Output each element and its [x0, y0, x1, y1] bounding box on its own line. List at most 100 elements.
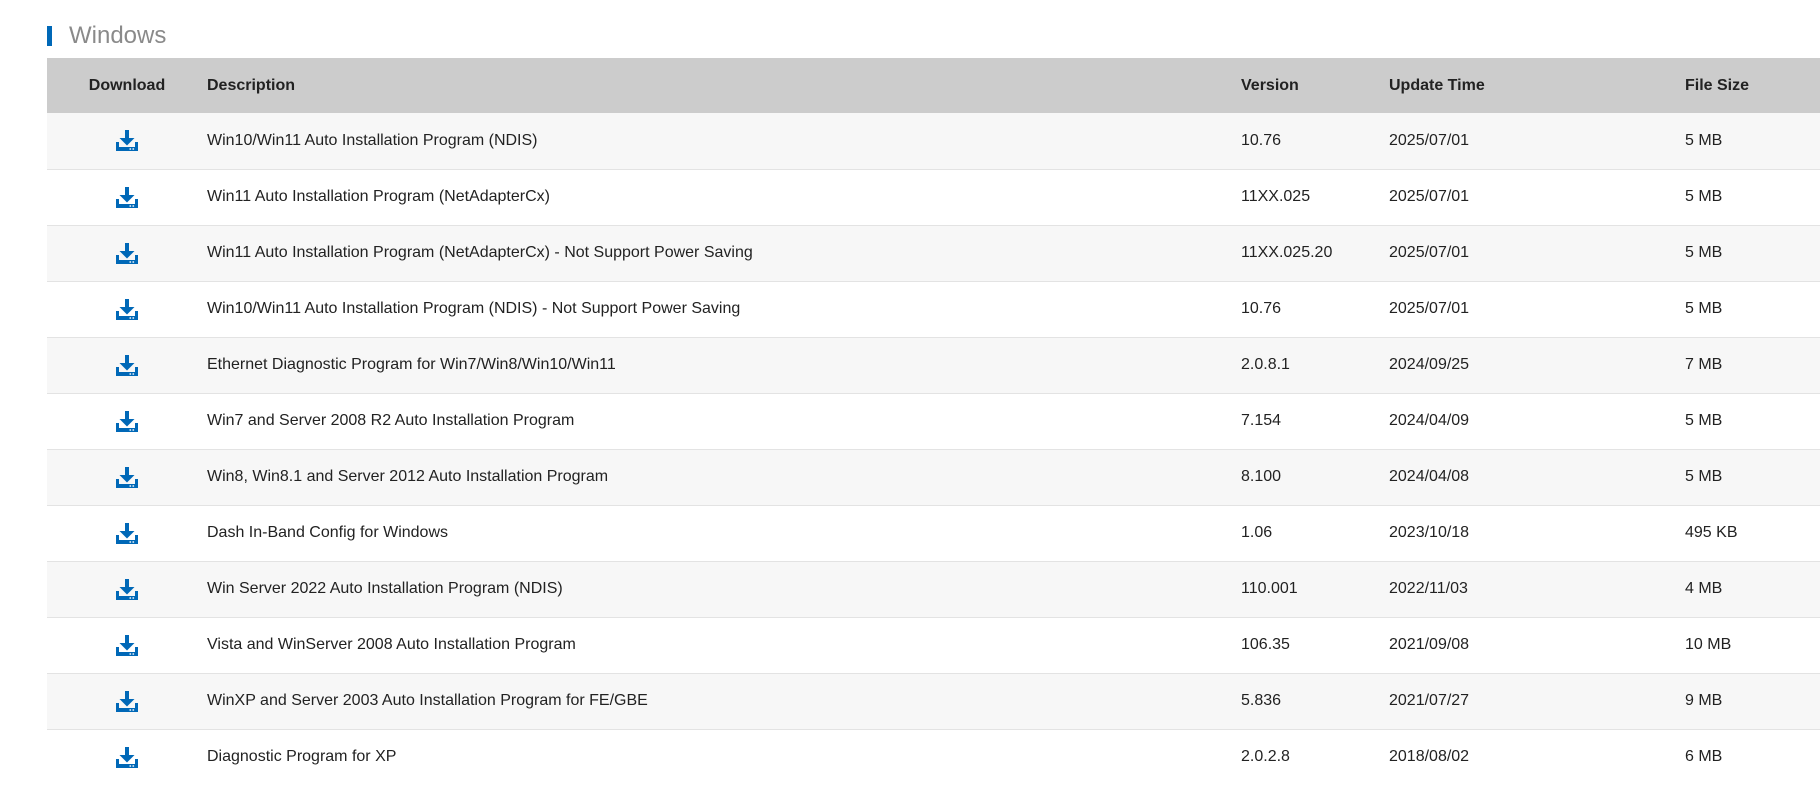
description-cell: Diagnostic Program for XP — [207, 748, 397, 766]
table-row: WinXP and Server 2003 Auto Installation … — [47, 673, 1820, 729]
table-row: Win Server 2022 Auto Installation Progra… — [47, 561, 1820, 617]
header-version: Version — [1241, 76, 1299, 94]
download-button[interactable] — [111, 629, 143, 661]
header-download: Download — [88, 76, 166, 94]
header-description: Description — [207, 76, 296, 94]
description-cell: Win10/Win11 Auto Installation Program (N… — [207, 300, 741, 317]
table-header-row: Download Description Version Update Time… — [47, 58, 1820, 113]
file-size-cell: 4 MB — [1685, 580, 1723, 597]
table-row: Win10/Win11 Auto Installation Program (N… — [47, 281, 1820, 337]
download-button[interactable] — [111, 124, 143, 156]
table-row: Dash In-Band Config for Windows 1.06 202… — [47, 505, 1820, 561]
download-cell — [47, 393, 207, 449]
download-button[interactable] — [111, 461, 143, 493]
version-cell: 110.001 — [1241, 580, 1298, 597]
download-tray-icon — [116, 634, 138, 656]
update-time-cell: 2023/10/18 — [1389, 524, 1470, 541]
download-button[interactable] — [111, 349, 143, 381]
table-row: Win10/Win11 Auto Installation Program (N… — [47, 113, 1820, 169]
table-body: Win10/Win11 Auto Installation Program (N… — [47, 113, 1820, 785]
description-cell: Win10/Win11 Auto Installation Program (N… — [207, 131, 538, 149]
file-size-cell: 5 MB — [1685, 131, 1723, 149]
download-button[interactable] — [111, 405, 143, 437]
file-size-cell: 495 KB — [1685, 524, 1738, 541]
version-cell: 11XX.025 — [1241, 188, 1311, 205]
update-time-cell: 2024/09/25 — [1389, 356, 1470, 373]
update-time-cell: 2025/07/01 — [1389, 188, 1470, 205]
description-cell: Win8, Win8.1 and Server 2012 Auto Instal… — [207, 468, 609, 485]
download-tray-icon — [116, 690, 138, 712]
download-cell — [47, 729, 207, 785]
file-size-cell: 6 MB — [1685, 748, 1723, 766]
download-cell — [47, 337, 207, 393]
download-tray-icon — [116, 410, 138, 432]
version-cell: 2.0.8.1 — [1241, 356, 1290, 373]
update-time-cell: 2025/07/01 — [1389, 300, 1470, 317]
update-time-cell: 2024/04/08 — [1389, 468, 1470, 485]
version-cell: 1.06 — [1241, 524, 1273, 541]
section-title: Windows — [69, 22, 167, 49]
file-size-cell: 5 MB — [1685, 412, 1723, 429]
description-cell: Vista and WinServer 2008 Auto Installati… — [207, 636, 576, 653]
download-tray-icon — [116, 522, 138, 544]
update-time-cell: 2018/08/02 — [1389, 748, 1470, 766]
download-cell — [47, 169, 207, 225]
version-cell: 11XX.025.20 — [1241, 244, 1333, 261]
download-tray-icon — [116, 746, 138, 768]
description-cell: Win11 Auto Installation Program (NetAdap… — [207, 244, 753, 261]
download-cell — [47, 449, 207, 505]
download-button[interactable] — [111, 741, 143, 773]
download-button[interactable] — [111, 517, 143, 549]
download-button[interactable] — [111, 237, 143, 269]
download-cell — [47, 281, 207, 337]
download-cell — [47, 561, 207, 617]
download-tray-icon — [116, 186, 138, 208]
version-cell: 10.76 — [1241, 300, 1282, 317]
update-time-cell: 2022/11/03 — [1389, 580, 1468, 597]
download-tray-icon — [116, 466, 138, 488]
table-row: Win11 Auto Installation Program (NetAdap… — [47, 169, 1820, 225]
file-size-cell: 9 MB — [1685, 692, 1723, 709]
description-cell: Win Server 2022 Auto Installation Progra… — [207, 580, 563, 597]
version-cell: 2.0.2.8 — [1241, 748, 1290, 766]
update-time-cell: 2025/07/01 — [1389, 244, 1470, 261]
update-time-cell: 2025/07/01 — [1389, 131, 1470, 149]
header-update-time: Update Time — [1389, 76, 1485, 94]
table-row: Diagnostic Program for XP 2.0.2.8 2018/0… — [47, 729, 1820, 785]
download-tray-icon — [116, 130, 138, 152]
version-cell: 10.76 — [1241, 131, 1282, 149]
download-button[interactable] — [111, 685, 143, 717]
download-button[interactable] — [111, 573, 143, 605]
file-size-cell: 5 MB — [1685, 300, 1723, 317]
download-button[interactable] — [111, 181, 143, 213]
version-cell: 8.100 — [1241, 468, 1282, 485]
download-tray-icon — [116, 242, 138, 264]
download-cell — [47, 113, 207, 169]
version-cell: 106.35 — [1241, 636, 1290, 653]
file-size-cell: 5 MB — [1685, 188, 1723, 205]
download-tray-icon — [116, 578, 138, 600]
download-cell — [47, 505, 207, 561]
section-accent-bar — [47, 26, 52, 46]
description-cell: Ethernet Diagnostic Program for Win7/Win… — [207, 356, 616, 373]
download-button[interactable] — [111, 293, 143, 325]
description-cell: WinXP and Server 2003 Auto Installation … — [207, 692, 648, 709]
downloads-table-container: Download Description Version Update Time… — [47, 58, 1820, 785]
download-cell — [47, 617, 207, 673]
table-row: Ethernet Diagnostic Program for Win7/Win… — [47, 337, 1820, 393]
update-time-cell: 2024/04/09 — [1389, 412, 1470, 429]
download-tray-icon — [116, 354, 138, 376]
table-row: Vista and WinServer 2008 Auto Installati… — [47, 617, 1820, 673]
file-size-cell: 5 MB — [1685, 468, 1723, 485]
file-size-cell: 5 MB — [1685, 244, 1723, 261]
section-header: Windows — [47, 20, 166, 52]
download-cell — [47, 673, 207, 729]
description-cell: Win11 Auto Installation Program (NetAdap… — [207, 188, 550, 205]
description-cell: Dash In-Band Config for Windows — [207, 524, 448, 541]
download-cell — [47, 225, 207, 281]
file-size-cell: 10 MB — [1685, 636, 1732, 653]
description-cell: Win7 and Server 2008 R2 Auto Installatio… — [207, 412, 575, 429]
version-cell: 7.154 — [1241, 412, 1282, 429]
table-row: Win11 Auto Installation Program (NetAdap… — [47, 225, 1820, 281]
version-cell: 5.836 — [1241, 692, 1282, 709]
